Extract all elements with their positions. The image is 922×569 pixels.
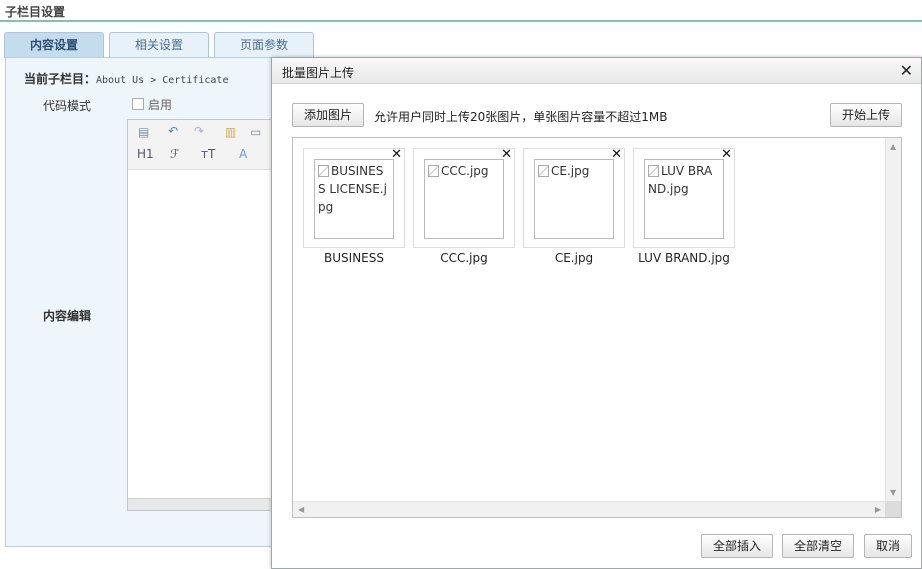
heading-button[interactable]: H1 <box>137 147 154 161</box>
tab-related-settings[interactable]: 相关设置 <box>109 32 209 58</box>
scroll-left-icon[interactable]: ◀ <box>298 505 304 514</box>
image-name: BUSINESS <box>324 251 384 265</box>
font-color-button[interactable]: A <box>239 147 247 161</box>
clear-all-button[interactable]: 全部清空 <box>782 534 854 558</box>
font-family-button[interactable]: ℱ <box>170 147 179 161</box>
vertical-scrollbar[interactable]: ▲ ▼ <box>885 138 901 501</box>
font-size-button[interactable]: тT <box>201 147 215 161</box>
dialog-header: 批量图片上传 ✕ <box>272 58 921 84</box>
page-title: 子栏目设置 <box>5 5 66 19</box>
insert-all-button[interactable]: 全部插入 <box>701 534 773 558</box>
image-thumbnail: LUV BRAND.jpg ✕ <box>633 147 735 248</box>
image-name: CE.jpg <box>554 251 594 265</box>
crumb-path: About Us > Certificate <box>96 75 229 86</box>
image-name: LUV BRAND.jpg <box>638 251 730 265</box>
remove-image-icon[interactable]: ✕ <box>391 147 402 162</box>
crumb-label: 当前子栏目： <box>24 72 97 86</box>
image-thumbnail: BUSINESS LICENSE.jpg ✕ <box>303 147 405 248</box>
batch-image-upload-dialog: 批量图片上传 ✕ 添加图片 允许用户同时上传20张图片，单张图片容量不超过1MB… <box>271 57 922 569</box>
cancel-button[interactable]: 取消 <box>864 534 912 558</box>
code-mode-label: 代码模式 <box>43 99 92 113</box>
broken-image-placeholder: LUV BRAND.jpg <box>644 159 724 239</box>
close-icon[interactable]: ✕ <box>900 61 913 80</box>
broken-image-placeholder: CE.jpg <box>534 159 614 239</box>
image-list-area: BUSINESS LICENSE.jpg ✕ BUSINESS CCC.jpg … <box>292 137 902 518</box>
broken-image-placeholder: CCC.jpg <box>424 159 504 239</box>
title-divider <box>0 20 922 22</box>
enable-label: 启用 <box>148 98 173 112</box>
scroll-corner <box>885 501 901 517</box>
image-thumbnail: CE.jpg ✕ <box>523 147 625 248</box>
dialog-title: 批量图片上传 <box>282 66 355 80</box>
horizontal-scrollbar[interactable]: ◀ ▶ <box>293 501 886 517</box>
content-settings-panel: 当前子栏目：About Us > Certificate 代码模式 启用 内容编… <box>5 57 307 547</box>
image-name: CCC.jpg <box>440 251 488 265</box>
tab-content-settings[interactable]: 内容设置 <box>4 32 104 58</box>
image-alt-text: CE.jpg <box>551 164 590 178</box>
broken-image-placeholder: BUSINESS LICENSE.jpg <box>314 159 394 239</box>
broken-image-icon <box>318 165 329 177</box>
paste-icon[interactable]: ▤ <box>138 125 149 139</box>
upload-hint: 允许用户同时上传20张图片，单张图片容量不超过1MB <box>374 110 668 124</box>
undo-icon[interactable]: ↶ <box>168 124 178 138</box>
add-image-button[interactable]: 添加图片 <box>292 103 364 127</box>
scroll-right-icon[interactable]: ▶ <box>875 505 881 514</box>
document-icon[interactable]: ▥ <box>225 125 236 139</box>
broken-image-icon <box>648 165 659 177</box>
remove-image-icon[interactable]: ✕ <box>501 147 512 162</box>
start-upload-button[interactable]: 开始上传 <box>830 103 902 127</box>
redo-icon[interactable]: ↷ <box>194 124 204 138</box>
content-edit-label: 内容编辑 <box>43 309 92 323</box>
remove-image-icon[interactable]: ✕ <box>721 147 732 162</box>
tab-page-params[interactable]: 页面参数 <box>214 32 314 58</box>
source-icon[interactable]: ▭ <box>250 125 261 139</box>
scroll-down-icon[interactable]: ▼ <box>890 488 896 497</box>
breadcrumb: 当前子栏目：About Us > Certificate <box>24 70 228 87</box>
code-mode-checkbox[interactable] <box>132 98 144 110</box>
scroll-up-icon[interactable]: ▲ <box>890 142 896 151</box>
remove-image-icon[interactable]: ✕ <box>611 147 622 162</box>
broken-image-icon <box>538 165 549 177</box>
image-alt-text: CCC.jpg <box>441 164 489 178</box>
broken-image-icon <box>428 165 439 177</box>
image-thumbnail: CCC.jpg ✕ <box>413 147 515 248</box>
